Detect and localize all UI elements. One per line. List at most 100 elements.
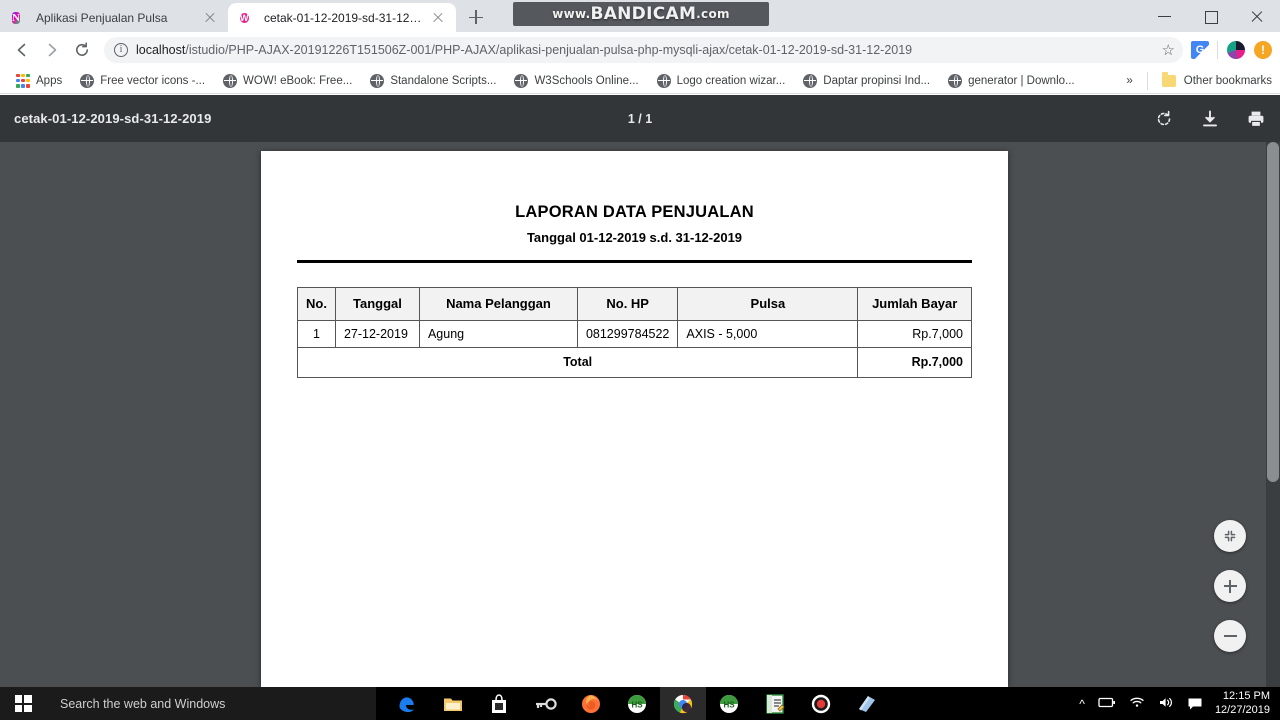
translate-extension-icon[interactable]: G — [1191, 41, 1209, 59]
avatar[interactable] — [1226, 40, 1246, 60]
globe-icon — [803, 73, 818, 88]
tab-strip: N Aplikasi Penjualan Pulsa W cetak-01-12… — [0, 0, 1280, 32]
total-label: Total — [296, 347, 859, 379]
column-header-jumlah-bayar: Jumlah Bayar — [857, 287, 972, 321]
download-icon[interactable] — [1200, 109, 1220, 129]
update-alert-icon[interactable]: ! — [1254, 41, 1272, 59]
apps-shortcut[interactable]: Apps — [8, 71, 70, 91]
window-controls — [1142, 0, 1280, 32]
zoom-in-button[interactable] — [1214, 570, 1246, 602]
table-total-row: Total Rp.7,000 — [296, 347, 972, 379]
back-arrow-icon[interactable] — [8, 36, 36, 64]
heidisql-icon[interactable]: HS — [614, 687, 660, 720]
wifi-icon[interactable] — [1129, 696, 1145, 711]
search-input[interactable]: Search the web and Windows — [46, 687, 376, 720]
tab-title: Aplikasi Penjualan Pulsa — [36, 10, 168, 25]
bookmark-item-4[interactable]: Logo creation wizar... — [649, 71, 794, 91]
clock-date: 12/27/2019 — [1214, 703, 1270, 716]
globe-icon — [514, 73, 529, 88]
bookmarks-overflow-icon[interactable]: » — [1126, 75, 1132, 87]
bandicam-watermark: www. BANDICAM .com — [513, 2, 769, 26]
browser-tab-aplikasi-penjualan-pulsa[interactable]: N Aplikasi Penjualan Pulsa — [0, 3, 228, 32]
toolbar-divider — [1217, 41, 1218, 59]
page-title: LAPORAN DATA PENJUALAN — [515, 203, 754, 221]
other-bookmarks-label[interactable]: Other bookmarks — [1184, 75, 1272, 87]
globe-icon — [223, 73, 238, 88]
windows-logo-icon — [14, 695, 32, 712]
bookmark-item-2[interactable]: Standalone Scripts... — [362, 71, 504, 91]
bookmark-item-1[interactable]: WOW! eBook: Free... — [215, 71, 360, 91]
chevron-up-icon[interactable]: ^ — [1079, 697, 1085, 711]
close-window-icon[interactable] — [1234, 0, 1280, 32]
system-tray: ^ 12:15 PM 12/27/2019 — [1079, 690, 1280, 718]
notepad-editor-icon[interactable] — [752, 687, 798, 720]
bookmark-star-icon[interactable]: ☆ — [1162, 41, 1175, 59]
apps-label: Apps — [36, 74, 63, 87]
store-icon[interactable] — [476, 687, 522, 720]
fit-to-page-button[interactable] — [1214, 520, 1246, 552]
column-header-no-hp: No. HP — [576, 287, 679, 321]
new-tab-button[interactable] — [462, 3, 490, 31]
battery-icon[interactable] — [1098, 697, 1116, 711]
edge-icon[interactable] — [384, 687, 430, 720]
recorder-icon[interactable] — [798, 687, 844, 720]
column-header-no: No. — [297, 287, 336, 321]
page-subtitle: Tanggal 01-12-2019 s.d. 31-12-2019 — [526, 230, 743, 245]
cell-tanggal: 27-12-2019 — [334, 319, 420, 349]
tab-title: cetak-01-12-2019-sd-31-12-2019 — [264, 10, 422, 25]
globe-icon — [80, 73, 95, 88]
volume-icon[interactable] — [1158, 696, 1174, 712]
rotate-icon[interactable] — [1154, 109, 1174, 129]
browser-tab-cetak-pdf[interactable]: W cetak-01-12-2019-sd-31-12-2019 — [228, 3, 456, 32]
folder-icon — [1161, 71, 1176, 87]
close-icon[interactable] — [202, 10, 218, 26]
zoom-out-button[interactable] — [1214, 620, 1246, 652]
pdf-viewer-body: LAPORAN DATA PENJUALAN Tanggal 01-12-201… — [0, 142, 1280, 687]
notification-icon[interactable] — [1187, 697, 1202, 710]
minimize-icon[interactable] — [1142, 0, 1188, 32]
forward-arrow-icon[interactable] — [38, 36, 66, 64]
bookmark-label: W3Schools Online... — [534, 74, 639, 87]
key-app-icon[interactable] — [522, 687, 568, 720]
address-bar[interactable]: i localhost/istudio/PHP-AJAX-20191226T15… — [104, 37, 1183, 63]
pdf-scrollbar[interactable] — [1266, 142, 1280, 687]
pdf-icon: W — [240, 12, 249, 23]
firefox-icon[interactable] — [568, 687, 614, 720]
scrollbar-thumb[interactable] — [1267, 142, 1279, 482]
table-row: 1 27-12-2019 Agung 081299784522 AXIS - 5… — [297, 319, 972, 349]
report-document: LAPORAN DATA PENJUALAN Tanggal 01-12-201… — [261, 151, 1008, 379]
bookmark-item-6[interactable]: generator | Downlo... — [940, 71, 1083, 91]
bookmark-item-5[interactable]: Daptar propinsi Ind... — [795, 71, 938, 91]
cell-nama-pelanggan: Agung — [418, 319, 578, 349]
bookmark-label: Standalone Scripts... — [390, 74, 497, 87]
apps-grid-icon — [16, 73, 30, 88]
cell-jumlah-bayar: Rp.7,000 — [857, 319, 972, 349]
site-info-icon[interactable]: i — [114, 43, 128, 57]
windows-taskbar: Search the web and Windows HS HS ^ 12:15… — [0, 687, 1280, 720]
clock[interactable]: 12:15 PM 12/27/2019 — [1215, 690, 1272, 718]
watermark-main: BANDICAM — [590, 4, 697, 24]
cell-no: 1 — [297, 319, 336, 349]
total-value: Rp.7,000 — [857, 347, 972, 379]
heidisql-2-icon[interactable]: HS — [706, 687, 752, 720]
globe-icon — [370, 73, 385, 88]
bookmark-item-0[interactable]: Free vector icons -... — [72, 71, 213, 91]
sales-report-table: No. Tanggal Nama Pelanggan No. HP Pulsa … — [296, 287, 972, 379]
bookmark-item-3[interactable]: W3Schools Online... — [506, 71, 646, 91]
close-icon[interactable] — [430, 10, 446, 26]
pdf-filename: cetak-01-12-2019-sd-31-12-2019 — [14, 111, 212, 126]
start-button[interactable] — [0, 687, 46, 720]
clock-time: 12:15 PM — [1222, 689, 1270, 702]
file-explorer-icon[interactable] — [430, 687, 476, 720]
maximize-icon[interactable] — [1188, 0, 1234, 32]
bookmark-label: Logo creation wizar... — [676, 74, 786, 87]
chrome-icon[interactable] — [660, 687, 706, 720]
reload-icon[interactable] — [68, 36, 96, 64]
app-icon[interactable] — [844, 687, 890, 720]
bookmark-label: WOW! eBook: Free... — [243, 74, 353, 87]
url-path: /istudio/PHP-AJAX-20191226T151506Z-001/P… — [185, 43, 913, 57]
browser-window: N Aplikasi Penjualan Pulsa W cetak-01-12… — [0, 0, 1280, 720]
column-header-nama-pelanggan: Nama Pelanggan — [418, 287, 578, 321]
print-icon[interactable] — [1246, 109, 1266, 129]
svg-text:HS: HS — [631, 700, 643, 709]
